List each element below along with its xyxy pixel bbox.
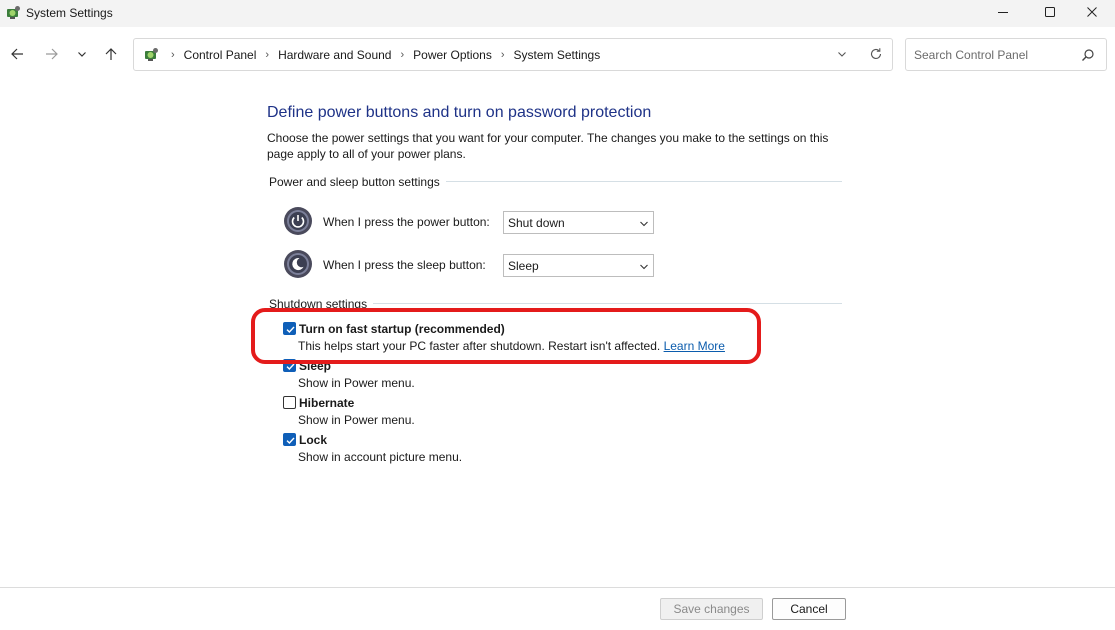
hibernate-option-description: Show in Power menu. [298, 413, 415, 427]
search-icon[interactable] [1081, 48, 1095, 62]
search-input[interactable] [914, 46, 1074, 64]
arrow-right-icon [45, 47, 59, 64]
arrow-up-icon [104, 47, 118, 64]
title-bar: System Settings [0, 0, 1115, 27]
hibernate-checkbox[interactable] [283, 396, 296, 409]
recent-locations-button[interactable] [71, 44, 93, 66]
page-title: Define power buttons and turn on passwor… [267, 104, 652, 121]
power-button-action-value: Shut down [508, 216, 565, 230]
cancel-button[interactable]: Cancel [772, 598, 846, 620]
page-description: Choose the power settings that you want … [267, 131, 829, 161]
highlight-annotation [251, 308, 761, 364]
refresh-button[interactable] [867, 47, 885, 63]
power-button-icon [283, 206, 313, 236]
maximize-button[interactable] [1027, 0, 1073, 27]
footer-divider [0, 587, 1115, 588]
maximize-icon [1044, 6, 1056, 21]
chevron-right-icon: › [171, 49, 175, 61]
chevron-down-icon [639, 261, 649, 271]
save-changes-button[interactable]: Save changes [660, 598, 763, 620]
lock-checkbox[interactable] [283, 433, 296, 446]
search-box [905, 38, 1107, 71]
sleep-button-action-value: Sleep [508, 259, 539, 273]
breadcrumb: › Control Panel › Hardware and Sound › P… [162, 48, 600, 62]
hibernate-option-title[interactable]: Hibernate [299, 396, 354, 410]
sleep-button-label: When I press the sleep button: [323, 258, 486, 272]
up-button[interactable] [100, 44, 122, 66]
power-button-action-select[interactable]: Shut down [503, 211, 654, 234]
chevron-right-icon: › [500, 49, 505, 61]
control-panel-icon [4, 4, 22, 22]
sleep-option-description: Show in Power menu. [298, 376, 415, 390]
breadcrumb-control-panel[interactable]: Control Panel [184, 48, 257, 62]
sleep-button-action-select[interactable]: Sleep [503, 254, 654, 277]
address-dropdown-button[interactable] [834, 48, 850, 62]
chevron-down-icon [837, 48, 847, 62]
address-bar[interactable]: › Control Panel › Hardware and Sound › P… [133, 38, 893, 71]
minimize-button[interactable] [980, 0, 1026, 27]
chevron-right-icon: › [265, 49, 270, 61]
checkmark-icon [286, 437, 295, 445]
navigation-bar: › Control Panel › Hardware and Sound › P… [0, 27, 1115, 81]
power-button-label: When I press the power button: [323, 215, 490, 229]
breadcrumb-hardware-and-sound[interactable]: Hardware and Sound [278, 48, 391, 62]
chevron-right-icon: › [400, 49, 405, 61]
control-panel-icon [142, 46, 160, 64]
lock-option-description: Show in account picture menu. [298, 450, 463, 464]
power-group-label: Power and sleep button settings [269, 175, 446, 189]
close-icon [1086, 6, 1098, 21]
breadcrumb-power-options[interactable]: Power Options [413, 48, 492, 62]
breadcrumb-system-settings[interactable]: System Settings [514, 48, 601, 62]
refresh-icon [869, 47, 883, 64]
back-button[interactable] [6, 44, 28, 66]
window-title: System Settings [26, 6, 113, 20]
sleep-button-icon [283, 249, 313, 279]
close-button[interactable] [1069, 0, 1115, 27]
arrow-left-icon [10, 47, 24, 64]
forward-button[interactable] [41, 44, 63, 66]
minimize-icon [997, 6, 1009, 21]
chevron-down-icon [77, 48, 87, 62]
chevron-down-icon [639, 218, 649, 228]
lock-option-title[interactable]: Lock [299, 433, 327, 447]
